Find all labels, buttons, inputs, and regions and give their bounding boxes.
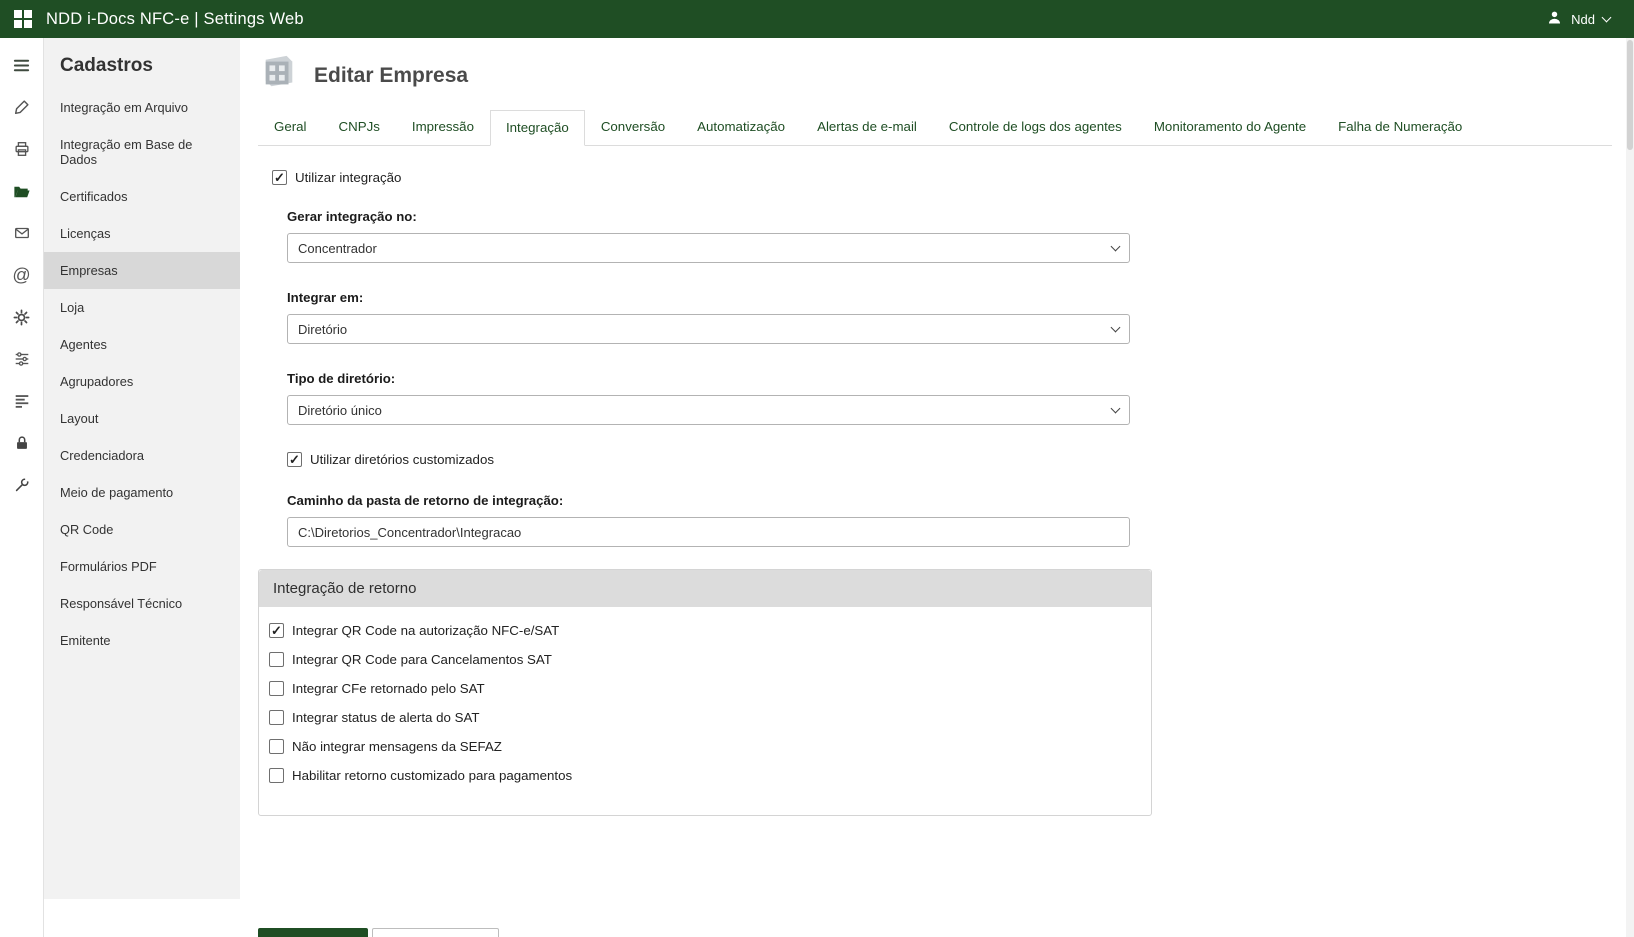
- checkbox-icon: [269, 623, 284, 638]
- tab-monitoramento-do-agente[interactable]: Monitoramento do Agente: [1138, 109, 1322, 145]
- user-menu[interactable]: Ndd: [1546, 9, 1618, 29]
- sidebar-item-emitente[interactable]: Emitente: [44, 622, 240, 659]
- checkbox-label: Não integrar mensagens da SEFAZ: [292, 739, 502, 754]
- gear-icon[interactable]: [0, 296, 44, 338]
- tab-controle-de-logs[interactable]: Controle de logs dos agentes: [933, 109, 1138, 145]
- panel-integracao-de-retorno: Integração de retorno Integrar QR Code n…: [258, 569, 1152, 816]
- sidebar-item-certificados[interactable]: Certificados: [44, 178, 240, 215]
- main-content: Editar Empresa Geral CNPJs Impressão Int…: [240, 38, 1634, 937]
- sidebar-item-agentes[interactable]: Agentes: [44, 326, 240, 363]
- label-gerar-integracao: Gerar integração no:: [287, 209, 417, 224]
- sidebar-item-qr-code[interactable]: QR Code: [44, 511, 240, 548]
- tab-conversao[interactable]: Conversão: [585, 109, 681, 145]
- sidebar-item-loja[interactable]: Loja: [44, 289, 240, 326]
- select-gerar-integracao[interactable]: Concentrador: [287, 233, 1130, 263]
- tab-automatizacao[interactable]: Automatização: [681, 109, 801, 145]
- chevron-down-icon: [1601, 12, 1612, 23]
- select-value: Concentrador: [298, 240, 377, 256]
- checkbox-habilitar-retorno-customizado[interactable]: Habilitar retorno customizado para pagam…: [269, 768, 1137, 783]
- checkbox-integrar-cfe-sat[interactable]: Integrar CFe retornado pelo SAT: [269, 681, 1137, 696]
- scrollbar-thumb[interactable]: [1627, 40, 1633, 150]
- user-icon: [1546, 9, 1563, 29]
- select-value: Diretório: [298, 321, 348, 337]
- building-icon: [258, 54, 300, 97]
- label-tipo-de-diretorio: Tipo de diretório:: [287, 371, 396, 386]
- icon-sidebar: @: [0, 38, 44, 937]
- tab-integracao[interactable]: Integração: [489, 110, 585, 146]
- page-title: Editar Empresa: [314, 63, 469, 87]
- sidebar-item-layout[interactable]: Layout: [44, 400, 240, 437]
- checkbox-icon: [269, 681, 284, 696]
- layout-lines-icon[interactable]: [0, 380, 44, 422]
- tab-impressao[interactable]: Impressão: [396, 109, 490, 145]
- checkbox-icon: [269, 652, 284, 667]
- checkbox-label: Utilizar diretórios customizados: [310, 452, 495, 467]
- at-icon[interactable]: @: [0, 254, 44, 296]
- app-logo-icon[interactable]: [14, 10, 32, 28]
- sidebar-item-agrupadores[interactable]: Agrupadores: [44, 363, 240, 400]
- sidebar-item-integracao-em-base-de-dados[interactable]: Integração em Base de Dados: [44, 126, 240, 178]
- label-integrar-em: Integrar em:: [287, 290, 364, 305]
- checkbox-integrar-status-alerta-sat[interactable]: Integrar status de alerta do SAT: [269, 710, 1137, 725]
- sidebar-item-licencas[interactable]: Licenças: [44, 215, 240, 252]
- checkbox-integrar-qr-autorizacao[interactable]: Integrar QR Code na autorização NFC-e/SA…: [269, 623, 1137, 638]
- checkbox-label: Integrar status de alerta do SAT: [292, 710, 480, 725]
- select-integrar-em[interactable]: Diretório: [287, 314, 1130, 344]
- sidebar-title: Cadastros: [60, 55, 153, 76]
- label-caminho-retorno: Caminho da pasta de retorno de integraçã…: [287, 493, 564, 508]
- checkbox-icon: [272, 170, 287, 185]
- printer-icon[interactable]: [0, 128, 44, 170]
- panel-title: Integração de retorno: [259, 570, 1151, 607]
- select-tipo-de-diretorio[interactable]: Diretório único: [287, 395, 1130, 425]
- sliders-icon[interactable]: [0, 338, 44, 380]
- chevron-down-icon: [1110, 403, 1121, 413]
- sidebar-item-meio-de-pagamento[interactable]: Meio de pagamento: [44, 474, 240, 511]
- cancel-button[interactable]: Cancelar: [372, 928, 499, 937]
- checkbox-label: Integrar QR Code na autorização NFC-e/SA…: [292, 623, 560, 638]
- checkbox-utilizar-diretorios-customizados[interactable]: Utilizar diretórios customizados: [287, 452, 1612, 467]
- tab-bar: Geral CNPJs Impressão Integração Convers…: [258, 109, 1612, 146]
- sidebar-item-credenciadora[interactable]: Credenciadora: [44, 437, 240, 474]
- checkbox-nao-integrar-mensagens-sefaz[interactable]: Não integrar mensagens da SEFAZ: [269, 739, 1137, 754]
- tab-alertas-de-email[interactable]: Alertas de e-mail: [801, 109, 933, 145]
- sidebar-item-empresas[interactable]: Empresas: [44, 252, 240, 289]
- save-button[interactable]: Gravar: [258, 928, 368, 937]
- user-name: Ndd: [1571, 11, 1595, 27]
- checkbox-label: Utilizar integração: [295, 170, 402, 185]
- checkbox-label: Integrar CFe retornado pelo SAT: [292, 681, 485, 696]
- sidebar-cadastros: Cadastros Integração em Arquivo Integraç…: [44, 38, 240, 899]
- input-caminho-retorno[interactable]: [287, 517, 1130, 547]
- menu-icon[interactable]: [0, 44, 44, 86]
- chevron-down-icon: [1110, 322, 1121, 332]
- checkbox-label: Habilitar retorno customizado para pagam…: [292, 768, 573, 783]
- topbar: NDD i-Docs NFC-e | Settings Web Ndd: [0, 0, 1634, 38]
- sidebar-item-formularios-pdf[interactable]: Formulários PDF: [44, 548, 240, 585]
- tab-falha-de-numeracao[interactable]: Falha de Numeração: [1322, 109, 1478, 145]
- mail-icon[interactable]: [0, 212, 44, 254]
- checkbox-label: Integrar QR Code para Cancelamentos SAT: [292, 652, 552, 667]
- checkbox-icon: [287, 452, 302, 467]
- folder-icon[interactable]: [0, 170, 44, 212]
- wrench-icon[interactable]: [0, 464, 44, 506]
- checkbox-icon: [269, 739, 284, 754]
- tools-icon[interactable]: [0, 86, 44, 128]
- chevron-down-icon: [1110, 241, 1121, 251]
- app-title: NDD i-Docs NFC-e | Settings Web: [46, 9, 304, 28]
- checkbox-icon: [269, 710, 284, 725]
- vertical-scrollbar[interactable]: [1626, 38, 1634, 937]
- checkbox-icon: [269, 768, 284, 783]
- sidebar-item-responsavel-tecnico[interactable]: Responsável Técnico: [44, 585, 240, 622]
- select-value: Diretório único: [298, 402, 382, 418]
- lock-icon[interactable]: [0, 422, 44, 464]
- tab-geral[interactable]: Geral: [258, 109, 323, 145]
- checkbox-utilizar-integracao[interactable]: Utilizar integração: [272, 170, 1612, 185]
- sidebar-item-integracao-em-arquivo[interactable]: Integração em Arquivo: [44, 89, 240, 126]
- tab-cnpjs[interactable]: CNPJs: [323, 109, 396, 145]
- checkbox-integrar-qr-cancelamentos[interactable]: Integrar QR Code para Cancelamentos SAT: [269, 652, 1137, 667]
